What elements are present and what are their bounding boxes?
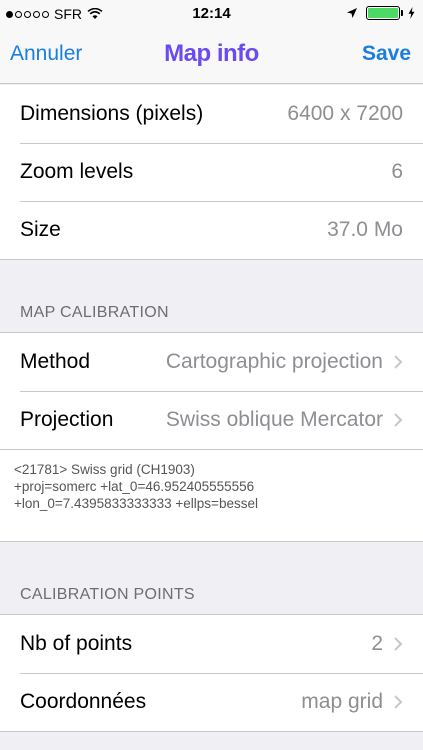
chevron-right-icon [394, 355, 403, 369]
coordinates-value: map grid [301, 690, 383, 713]
zoom-levels-label: Zoom levels [20, 160, 134, 183]
coordinates-label: Coordonnées [20, 690, 147, 713]
size-row: Size 37.0 Mo [0, 201, 423, 259]
nb-points-label: Nb of points [20, 632, 133, 655]
projection-detail-line: +proj=somerc +lat_0=46.952405555556 [14, 479, 255, 494]
navigation-bar: Annuler Map info Save [0, 28, 423, 84]
method-value: Cartographic projection [165, 350, 383, 373]
projection-label: Projection [20, 408, 114, 431]
size-value: 37.0 Mo [327, 218, 403, 241]
size-label: Size [20, 218, 61, 241]
zoom-levels-row: Zoom levels 6 [0, 143, 423, 201]
method-row[interactable]: Method Cartographic projection [0, 333, 423, 391]
nb-points-row[interactable]: Nb of points 2 [0, 615, 423, 673]
dimensions-value: 6400 x 7200 [287, 102, 403, 125]
nb-points-value: 2 [371, 632, 383, 655]
battery-icon [366, 6, 403, 20]
projection-row[interactable]: Projection Swiss oblique Mercator [0, 391, 423, 449]
projection-detail-line: <21781> Swiss grid (CH1903) [14, 462, 195, 477]
chevron-right-icon [394, 413, 403, 427]
chevron-right-icon [394, 637, 403, 651]
zoom-levels-value: 6 [391, 160, 403, 183]
settings-list[interactable]: Dimensions (pixels) 6400 x 7200 Zoom lev… [0, 85, 423, 732]
calibration-points-group: Nb of points 2 Coordonnées map grid [0, 614, 423, 732]
chevron-right-icon [394, 695, 403, 709]
page-title: Map info [164, 40, 259, 67]
dimensions-label: Dimensions (pixels) [20, 102, 204, 125]
map-info-group: Dimensions (pixels) 6400 x 7200 Zoom lev… [0, 85, 423, 260]
dimensions-row: Dimensions (pixels) 6400 x 7200 [0, 85, 423, 143]
save-button[interactable]: Save [362, 42, 411, 66]
location-arrow-icon [347, 8, 357, 18]
calibration-points-header: CALIBRATION POINTS [20, 586, 195, 603]
charging-bolt-icon [408, 7, 415, 19]
projection-value: Swiss oblique Mercator [165, 408, 383, 431]
coordinates-row[interactable]: Coordonnées map grid [0, 673, 423, 731]
status-right [346, 6, 415, 20]
map-calibration-header: MAP CALIBRATION [20, 304, 169, 321]
status-bar: SFR 12:14 [0, 0, 423, 28]
map-calibration-group: Method Cartographic projection Projectio… [0, 332, 423, 542]
projection-details: <21781> Swiss grid (CH1903) +proj=somerc… [0, 449, 423, 541]
method-label: Method [20, 350, 91, 373]
projection-detail-line: +lon_0=7.4395833333333 +ellps=bessel [14, 496, 258, 511]
